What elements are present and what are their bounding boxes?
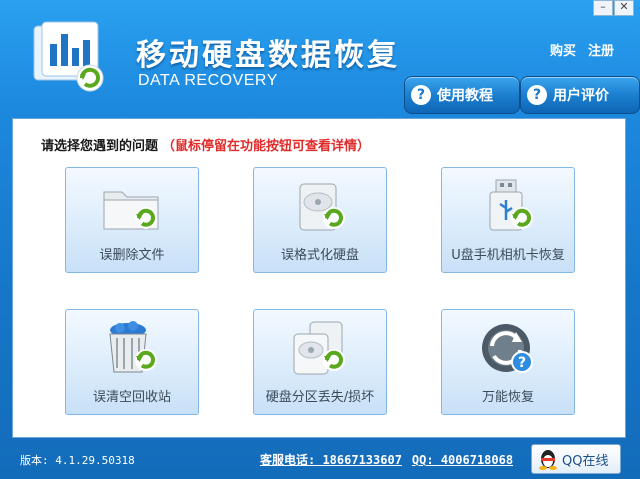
option-deleted-files[interactable]: 误删除文件 <box>65 167 199 273</box>
qq-online-button[interactable]: QQ在线 <box>531 444 621 474</box>
problem-prompt: 请选择您遇到的问题 （鼠标停留在功能按钮可查看详情） <box>41 135 370 154</box>
help-icon: ? <box>527 85 547 105</box>
option-formatted-disk[interactable]: 误格式化硬盘 <box>253 167 387 273</box>
folder-recover-icon <box>103 191 159 230</box>
top-links: 购买 注册 <box>550 40 614 59</box>
universal-recover-icon: ? <box>482 324 533 373</box>
service-qq: QQ: 4006718068 <box>411 453 514 467</box>
tutorial-button-label: 使用教程 <box>437 88 493 104</box>
option-universal-recovery[interactable]: ? 万能恢复 <box>441 309 575 415</box>
register-link[interactable]: 注册 <box>588 40 614 59</box>
option-label: U盘手机相机卡恢复 <box>451 248 565 263</box>
prompt-text: 请选择您遇到的问题 <box>41 139 159 154</box>
app-logo-icon <box>33 21 104 92</box>
option-label: 硬盘分区丢失/损坏 <box>265 390 375 405</box>
service-hotline: 客服电话: 18667133607 <box>260 453 402 467</box>
option-label: 误清空回收站 <box>92 390 171 405</box>
option-label: 误删除文件 <box>99 248 165 263</box>
app-title: 移动硬盘数据恢复 <box>136 38 400 73</box>
buy-link[interactable]: 购买 <box>550 40 576 59</box>
review-button[interactable]: ? 用户评价 <box>520 76 640 114</box>
app-subtitle: DATA RECOVERY <box>138 72 278 89</box>
qq-penguin-icon <box>539 450 557 470</box>
options-panel: 请选择您遇到的问题 （鼠标停留在功能按钮可查看详情） 误删除文件 误格式化硬盘 … <box>12 118 626 438</box>
review-button-label: 用户评价 <box>553 88 609 104</box>
prompt-hint: （鼠标停留在功能按钮可查看详情） <box>162 139 371 154</box>
option-label: 误格式化硬盘 <box>280 248 359 263</box>
partition-recover-icon <box>293 321 345 375</box>
window-controls: – ✕ <box>592 0 634 16</box>
app-window: – ✕ 移动硬盘数据恢复 DATA RECOVERY 购买 注册 ? 使用教程 … <box>0 0 640 479</box>
minimize-button[interactable]: – <box>593 0 613 16</box>
close-button[interactable]: ✕ <box>614 0 634 16</box>
help-icon: ? <box>411 85 431 105</box>
tutorial-button[interactable]: ? 使用教程 <box>404 76 520 114</box>
option-label: 万能恢复 <box>481 390 534 405</box>
option-recycle-bin[interactable]: 误清空回收站 <box>65 309 199 415</box>
svg-text:?: ? <box>518 355 526 371</box>
option-partition-lost[interactable]: 硬盘分区丢失/损坏 <box>253 309 387 415</box>
harddisk-recover-icon <box>299 183 345 231</box>
qq-online-label: QQ在线 <box>562 453 609 469</box>
service-contact: 客服电话: 18667133607 QQ: 4006718068 <box>260 451 513 468</box>
option-usb-card[interactable]: U盘手机相机卡恢复 <box>441 167 575 273</box>
usb-recover-icon <box>489 179 533 231</box>
version-label: 版本: 4.1.29.50318 <box>20 454 135 467</box>
recycle-bin-icon <box>109 321 157 373</box>
